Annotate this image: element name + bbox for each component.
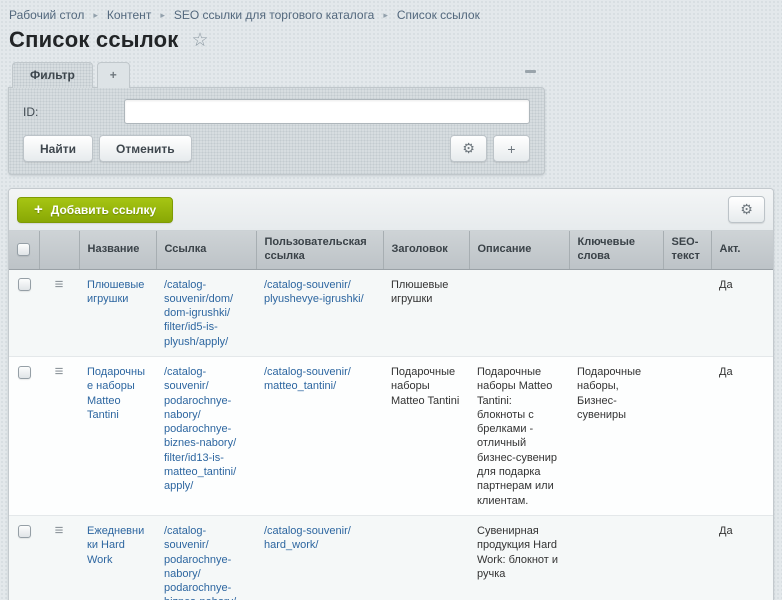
breadcrumb: Рабочий стол ▸ Контент ▸ SEO ссылки для … xyxy=(0,0,782,24)
table-row: ≡ Ежедневники Hard Work /​catalog-souven… xyxy=(9,515,774,600)
add-link-label: Добавить ссылку xyxy=(51,203,156,217)
gear-icon: ⚙ xyxy=(462,140,475,157)
filter-settings-button[interactable]: ⚙ xyxy=(450,135,487,162)
table-header-row: Название Ссылка Пользовательская ссылка … xyxy=(9,231,774,269)
column-header-keywords[interactable]: Ключевые слова xyxy=(569,231,663,269)
row-menu-header xyxy=(39,231,79,269)
add-filter-field-button[interactable]: + xyxy=(493,135,530,162)
row-description-cell xyxy=(469,269,569,356)
row-title-cell xyxy=(383,515,469,600)
plus-icon: + xyxy=(34,201,43,218)
breadcrumb-item-seo-links[interactable]: SEO ссылки для торгового каталога xyxy=(174,8,375,22)
row-name-link[interactable]: Подарочные наборы Matteo Tantini xyxy=(87,366,145,421)
grid-settings-button[interactable]: ⚙ xyxy=(728,196,765,223)
gear-icon: ⚙ xyxy=(740,201,753,218)
row-url-link[interactable]: /​catalog-souvenir/​podarochnye-nabory/​… xyxy=(164,525,248,600)
row-description-cell: Подарочные наборы Matteo Tantini: блокно… xyxy=(469,356,569,515)
row-name-link[interactable]: Плюшевые игрушки xyxy=(87,279,144,305)
table-row: ≡ Подарочные наборы Matteo Tantini /​cat… xyxy=(9,356,774,515)
breadcrumb-item-content[interactable]: Контент xyxy=(107,8,151,22)
row-url-link[interactable]: /​catalog-souvenir/​dom/​dom-igrushki/​f… xyxy=(164,279,233,348)
find-button[interactable]: Найти xyxy=(23,135,93,162)
column-header-custom-link[interactable]: Пользовательская ссылка xyxy=(256,231,383,269)
row-url-link[interactable]: /​catalog-souvenir/​podarochnye-nabory/​… xyxy=(164,366,236,492)
table-row: ≡ Плюшевые игрушки /​catalog-souvenir/​d… xyxy=(9,269,774,356)
row-description-cell: Сувенирная продукция Hard Work: блокнот … xyxy=(469,515,569,600)
breadcrumb-item-link-list[interactable]: Список ссылок xyxy=(397,8,480,22)
row-checkbox[interactable] xyxy=(18,525,31,538)
plus-icon: + xyxy=(507,141,515,157)
row-keywords-cell xyxy=(569,269,663,356)
breadcrumb-separator-icon: ▸ xyxy=(160,10,165,21)
row-menu-icon[interactable]: ≡ xyxy=(55,524,64,537)
row-seo-text-cell xyxy=(663,356,711,515)
breadcrumb-item-desktop[interactable]: Рабочий стол xyxy=(9,8,84,22)
add-filter-tab[interactable]: + xyxy=(97,62,130,88)
row-custom-url-link[interactable]: /​catalog-souvenir/​matteo_tantini/​ xyxy=(264,366,351,392)
column-header-seo-text[interactable]: SEO-текст xyxy=(663,231,711,269)
row-seo-text-cell xyxy=(663,269,711,356)
row-name-link[interactable]: Ежедневники Hard Work xyxy=(87,525,144,566)
row-checkbox[interactable] xyxy=(18,366,31,379)
id-field-label: ID: xyxy=(23,105,124,119)
title-row: Список ссылок ☆ xyxy=(0,24,782,62)
filter-body: ID: Найти Отменить ⚙ + xyxy=(8,87,545,175)
column-header-title[interactable]: Заголовок xyxy=(383,231,469,269)
collapse-filter-icon[interactable] xyxy=(525,70,536,73)
row-keywords-cell: Подарочные наборы, Бизнес-сувениры xyxy=(569,356,663,515)
favorite-star-icon[interactable]: ☆ xyxy=(192,29,209,52)
add-link-button[interactable]: + Добавить ссылку xyxy=(17,197,173,223)
links-table: Название Ссылка Пользовательская ссылка … xyxy=(9,231,774,600)
row-active-cell: Да xyxy=(711,269,774,356)
row-checkbox[interactable] xyxy=(18,278,31,291)
row-active-cell: Да xyxy=(711,515,774,600)
row-custom-url-link[interactable]: /​catalog-souvenir/​plyushevye-igrushki/… xyxy=(264,279,364,305)
id-field-input[interactable] xyxy=(124,99,530,124)
column-header-description[interactable]: Описание xyxy=(469,231,569,269)
row-title-cell: Подарочные наборы Matteo Tantini xyxy=(383,356,469,515)
filter-tab[interactable]: Фильтр xyxy=(12,62,93,88)
column-header-active[interactable]: Акт. xyxy=(711,231,774,269)
column-header-link[interactable]: Ссылка xyxy=(156,231,256,269)
filter-buttons: Найти Отменить ⚙ + xyxy=(23,135,530,162)
row-seo-text-cell xyxy=(663,515,711,600)
filter-field-id: ID: xyxy=(23,99,530,124)
row-menu-icon[interactable]: ≡ xyxy=(55,365,64,378)
breadcrumb-separator-icon: ▸ xyxy=(93,10,98,21)
filter-tabs: Фильтр + xyxy=(8,62,545,87)
row-active-cell: Да xyxy=(711,356,774,515)
page-title: Список ссылок xyxy=(9,27,179,53)
breadcrumb-separator-icon: ▸ xyxy=(383,10,388,21)
column-header-name[interactable]: Название xyxy=(79,231,156,269)
row-custom-url-link[interactable]: /​catalog-souvenir/​hard_work/​ xyxy=(264,525,351,551)
row-keywords-cell xyxy=(569,515,663,600)
grid-toolbar: + Добавить ссылку ⚙ xyxy=(9,189,773,231)
links-grid: + Добавить ссылку ⚙ Название Ссылка Поль… xyxy=(8,188,774,600)
filter-panel: Фильтр + ID: Найти Отменить ⚙ + xyxy=(8,62,545,175)
row-title-cell: Плюшевые игрушки xyxy=(383,269,469,356)
select-all-checkbox[interactable] xyxy=(17,243,30,256)
row-menu-icon[interactable]: ≡ xyxy=(55,278,64,291)
cancel-button[interactable]: Отменить xyxy=(99,135,192,162)
link-table-body: ≡ Плюшевые игрушки /​catalog-souvenir/​d… xyxy=(9,269,774,600)
